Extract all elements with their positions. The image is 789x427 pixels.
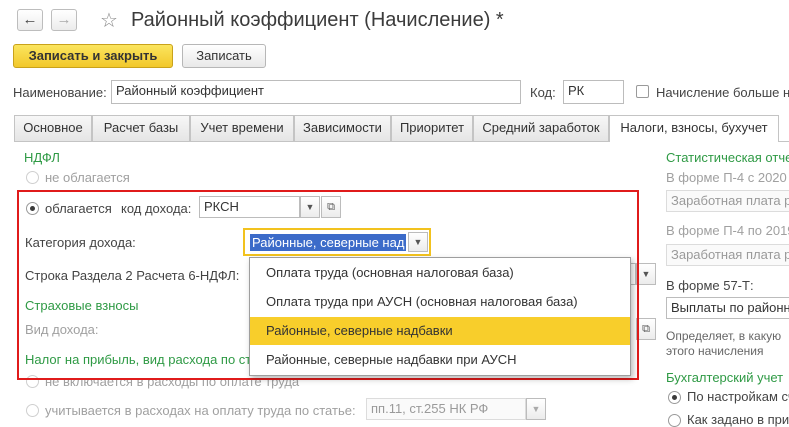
forward-button[interactable]: → — [51, 9, 77, 31]
acc-option2-label: Как задано в при — [687, 412, 789, 427]
tab-bar: Основное Расчет базы Учет времени Зависи… — [14, 115, 789, 142]
open-window-icon: ⧉ — [642, 323, 650, 335]
more-label: Начисление больше н — [656, 85, 789, 100]
name-input[interactable]: Районный коэффициент — [111, 80, 521, 104]
included-label: учитывается в расходах на оплату труда п… — [45, 403, 356, 418]
save-button[interactable]: Записать — [182, 44, 266, 68]
triangle-down-icon: ▼ — [641, 269, 651, 279]
arrow-right-icon: → — [56, 11, 72, 28]
favorite-star-icon[interactable]: ☆ — [100, 8, 118, 33]
dropdown-option[interactable]: Оплата труда при АУСН (основная налогова… — [250, 288, 630, 316]
tab-base-calc[interactable]: Расчет базы — [92, 115, 190, 141]
code-input[interactable]: РК — [563, 80, 624, 104]
dropdown-option-selected[interactable]: Районные, северные надбавки — [250, 317, 630, 345]
f57-note-line1: Определяет, в какую — [666, 329, 782, 343]
acc-option1-radio[interactable] — [668, 391, 681, 404]
p4-2020-input[interactable]: Заработная плата ра — [666, 190, 789, 212]
included-radio[interactable] — [26, 404, 39, 417]
p4-2019-input[interactable]: Заработная плата ра — [666, 244, 789, 266]
tab-priority[interactable]: Приоритет — [391, 115, 473, 141]
acc-option1-label: По настройкам сч — [687, 389, 789, 404]
tab-main[interactable]: Основное — [14, 115, 92, 141]
tab-taxes[interactable]: Налоги, взносы, бухучет — [609, 115, 779, 142]
triangle-down-icon: ▼ — [531, 404, 541, 414]
article-dropdown-button[interactable]: ▼ — [526, 398, 546, 420]
code-label: Код: — [530, 85, 556, 100]
not-taxed-radio[interactable] — [26, 171, 39, 184]
p4-2019-label: В форме П-4 по 2019 — [666, 223, 789, 238]
article-input[interactable]: пп.11, ст.255 НК РФ — [366, 398, 526, 420]
f57-label: В форме 57-Т: — [666, 278, 754, 293]
dropdown-option[interactable]: Оплата труда (основная налоговая база) — [250, 259, 630, 287]
more-checkbox[interactable] — [636, 85, 649, 98]
arrow-left-icon: ← — [22, 11, 38, 28]
f57-input[interactable]: Выплаты по районн — [666, 297, 789, 319]
tab-time[interactable]: Учет времени — [190, 115, 294, 141]
save-and-close-button[interactable]: Записать и закрыть — [13, 44, 173, 68]
window-title: Районный коэффициент (Начисление) * — [131, 9, 504, 31]
back-button[interactable]: ← — [17, 9, 43, 31]
dropdown-option[interactable]: Районные, северные надбавки при АУСН — [250, 346, 630, 374]
row-6ndfl-dropdown-button[interactable]: ▼ — [636, 263, 656, 285]
category-dropdown-list: Оплата труда (основная налоговая база) О… — [249, 257, 631, 376]
stat-section-title: Статистическая отче — [666, 150, 789, 165]
name-label: Наименование: — [13, 85, 107, 100]
tab-dependencies[interactable]: Зависимости — [294, 115, 391, 141]
p4-2020-label: В форме П-4 с 2020 — [666, 170, 787, 185]
income-type-open-button[interactable]: ⧉ — [636, 318, 656, 340]
tab-average-earnings[interactable]: Средний заработок — [473, 115, 609, 141]
accounting-section-title: Бухгалтерский учет — [666, 370, 784, 385]
f57-note-line2: этого начисления — [666, 344, 764, 358]
ndfl-section-title: НДФЛ — [24, 150, 60, 165]
not-taxed-label: не облагается — [45, 170, 130, 185]
